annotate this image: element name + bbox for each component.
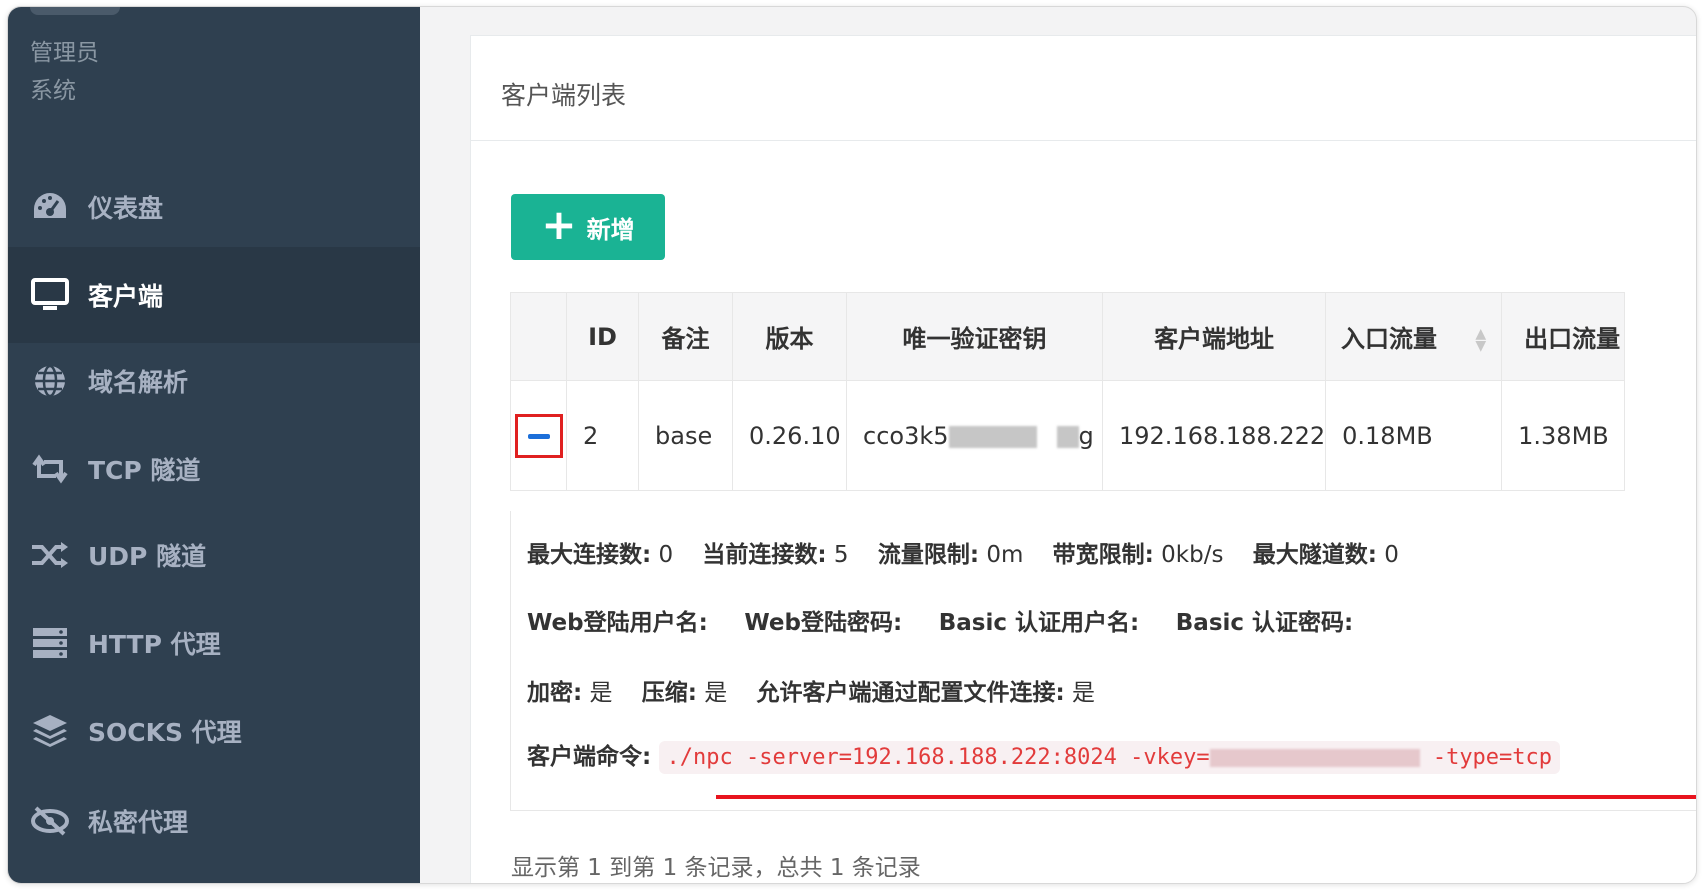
page-title: 客户端列表 xyxy=(501,81,627,110)
avatar[interactable] xyxy=(30,7,120,15)
app-window: 管理员 系统 仪表盘 客户端 域名解析 TCP 隧道 UDP 隧道 HTTP 代… xyxy=(7,6,1697,884)
column-header-expand xyxy=(510,292,567,381)
monitor-icon xyxy=(30,275,70,315)
detail-options-line: 加密: 是 压缩: 是 允许客户端通过配置文件连接: 是 xyxy=(527,673,1095,707)
web-pass-label: Web登陆密码: xyxy=(744,610,903,636)
sidebar: 管理员 系统 仪表盘 客户端 域名解析 TCP 隧道 UDP 隧道 HTTP 代… xyxy=(8,7,420,883)
cell-in-flow: 0.18MB xyxy=(1325,380,1503,491)
encrypt-label: 加密: xyxy=(527,680,583,706)
row-expand-cell xyxy=(510,380,567,491)
eye-slash-icon xyxy=(30,801,70,841)
command-highlight-underline xyxy=(716,795,1696,799)
cur-conn-label: 当前连接数: xyxy=(702,542,827,568)
sidebar-item-label: HTTP 代理 xyxy=(88,630,221,659)
web-user-label: Web登陆用户名: xyxy=(527,610,708,636)
dashboard-icon xyxy=(30,187,70,227)
sidebar-item-secret[interactable]: 私密代理 xyxy=(8,773,420,869)
command-prefix: ./npc -server=192.168.188.222:8024 -vkey… xyxy=(666,745,1210,770)
pagination-info: 显示第 1 到第 1 条记录，总共 1 条记录 xyxy=(511,855,921,881)
cell-id: 2 xyxy=(566,380,639,491)
column-header-label: 入口流量 xyxy=(1341,325,1438,353)
table-row: 2 base 0.26.10 cco3k5 g 192.168.188.222 0… xyxy=(510,380,1626,491)
max-conn-label: 最大连接数: xyxy=(527,542,652,568)
max-conn-value: 0 xyxy=(658,542,674,568)
cell-address: 192.168.188.222 xyxy=(1101,380,1327,491)
add-client-button[interactable]: + 新增 xyxy=(511,194,665,260)
collapse-row-button[interactable] xyxy=(514,413,563,458)
column-header-address[interactable]: 客户端地址 xyxy=(1101,292,1327,381)
client-list-panel: 客户端列表 + 新增 ID 备注 版本 唯一验证密钥 客户端地址 入口流量 ▲ ▼ xyxy=(470,35,1696,883)
bw-limit-label: 带宽限制: xyxy=(1052,542,1154,568)
compress-label: 压缩: xyxy=(641,680,697,706)
sidebar-item-label: TCP 隧道 xyxy=(88,456,201,485)
cell-version: 0.26.10 xyxy=(732,380,847,491)
sidebar-item-label: 域名解析 xyxy=(88,368,189,397)
sidebar-item-label: 私密代理 xyxy=(88,808,189,837)
cell-out-flow: 1.38MB xyxy=(1501,380,1626,491)
redacted-block xyxy=(948,425,1037,448)
column-header-remark[interactable]: 备注 xyxy=(638,292,733,381)
config-conn-value: 是 xyxy=(1072,680,1096,706)
column-header-out-flow[interactable]: 出口流量 xyxy=(1501,292,1626,381)
command-suffix: -type=tcp xyxy=(1419,745,1553,770)
max-tunnel-label: 最大隧道数: xyxy=(1252,542,1377,568)
column-header-vkey[interactable]: 唯一验证密钥 xyxy=(846,292,1103,381)
bw-limit-value: 0kb/s xyxy=(1161,542,1224,568)
basic-pass-label: Basic 认证密码: xyxy=(1175,610,1354,636)
encrypt-value: 是 xyxy=(589,680,613,706)
globe-icon xyxy=(30,361,70,401)
retweet-icon xyxy=(30,449,70,489)
sidebar-item-socks[interactable]: SOCKS 代理 xyxy=(8,683,420,779)
sidebar-item-label: SOCKS 代理 xyxy=(88,718,242,747)
server-icon xyxy=(30,623,70,663)
layers-icon xyxy=(30,711,70,751)
client-command-code[interactable]: ./npc -server=192.168.188.222:8024 -vkey… xyxy=(658,741,1561,774)
title-divider xyxy=(471,140,1696,141)
vkey-end: g xyxy=(1078,421,1094,450)
sidebar-item-tcp[interactable]: TCP 隧道 xyxy=(8,421,420,517)
column-header-in-flow[interactable]: 入口流量 ▲ ▼ xyxy=(1325,292,1503,381)
compress-value: 是 xyxy=(704,680,728,706)
client-command-label: 客户端命令: xyxy=(527,744,652,770)
row-detail-view: 最大连接数: 0 当前连接数: 5 流量限制: 0m 带宽限制: 0kb/s 最… xyxy=(510,511,1696,811)
sidebar-item-domain[interactable]: 域名解析 xyxy=(8,333,420,429)
cell-vkey: cco3k5 g xyxy=(846,380,1103,491)
user-role: 管理员 xyxy=(30,40,99,66)
cell-remark: base xyxy=(638,380,733,491)
basic-user-label: Basic 认证用户名: xyxy=(938,610,1140,636)
detail-command-line: 客户端命令: ./npc -server=192.168.188.222:802… xyxy=(527,737,1561,774)
table-header-row: ID 备注 版本 唯一验证密钥 客户端地址 入口流量 ▲ ▼ 出口流量 xyxy=(510,292,1626,381)
sidebar-item-label: 仪表盘 xyxy=(88,194,164,223)
sidebar-item-label: 客户端 xyxy=(88,282,164,311)
sidebar-item-udp[interactable]: UDP 隧道 xyxy=(8,507,420,603)
detail-limits-line: 最大连接数: 0 当前连接数: 5 流量限制: 0m 带宽限制: 0kb/s 最… xyxy=(527,535,1399,569)
client-table: ID 备注 版本 唯一验证密钥 客户端地址 入口流量 ▲ ▼ 出口流量 2 ba… xyxy=(510,292,1626,491)
column-header-version[interactable]: 版本 xyxy=(732,292,847,381)
random-icon xyxy=(30,535,70,575)
config-conn-label: 允许客户端通过配置文件连接: xyxy=(756,680,1065,706)
column-header-id[interactable]: ID xyxy=(566,292,639,381)
sidebar-item-clients[interactable]: 客户端 xyxy=(8,247,420,343)
sidebar-item-label: UDP 隧道 xyxy=(88,542,207,571)
sort-icon[interactable]: ▲ ▼ xyxy=(1475,327,1486,353)
max-tunnel-value: 0 xyxy=(1384,542,1399,568)
detail-auth-line: Web登陆用户名: Web登陆密码: Basic 认证用户名: Basic 认证… xyxy=(527,603,1353,637)
plus-icon: + xyxy=(541,200,577,249)
flow-limit-label: 流量限制: xyxy=(877,542,980,568)
sidebar-item-http[interactable]: HTTP 代理 xyxy=(8,595,420,691)
redacted-block xyxy=(1056,425,1079,448)
sidebar-item-dashboard[interactable]: 仪表盘 xyxy=(8,159,420,255)
user-subtitle: 系统 xyxy=(30,78,76,104)
vkey-start: cco3k5 xyxy=(863,421,949,450)
redacted-block xyxy=(1209,749,1420,767)
cur-conn-value: 5 xyxy=(833,542,849,568)
flow-limit-value: 0m xyxy=(986,542,1024,568)
add-button-label: 新增 xyxy=(586,215,635,244)
